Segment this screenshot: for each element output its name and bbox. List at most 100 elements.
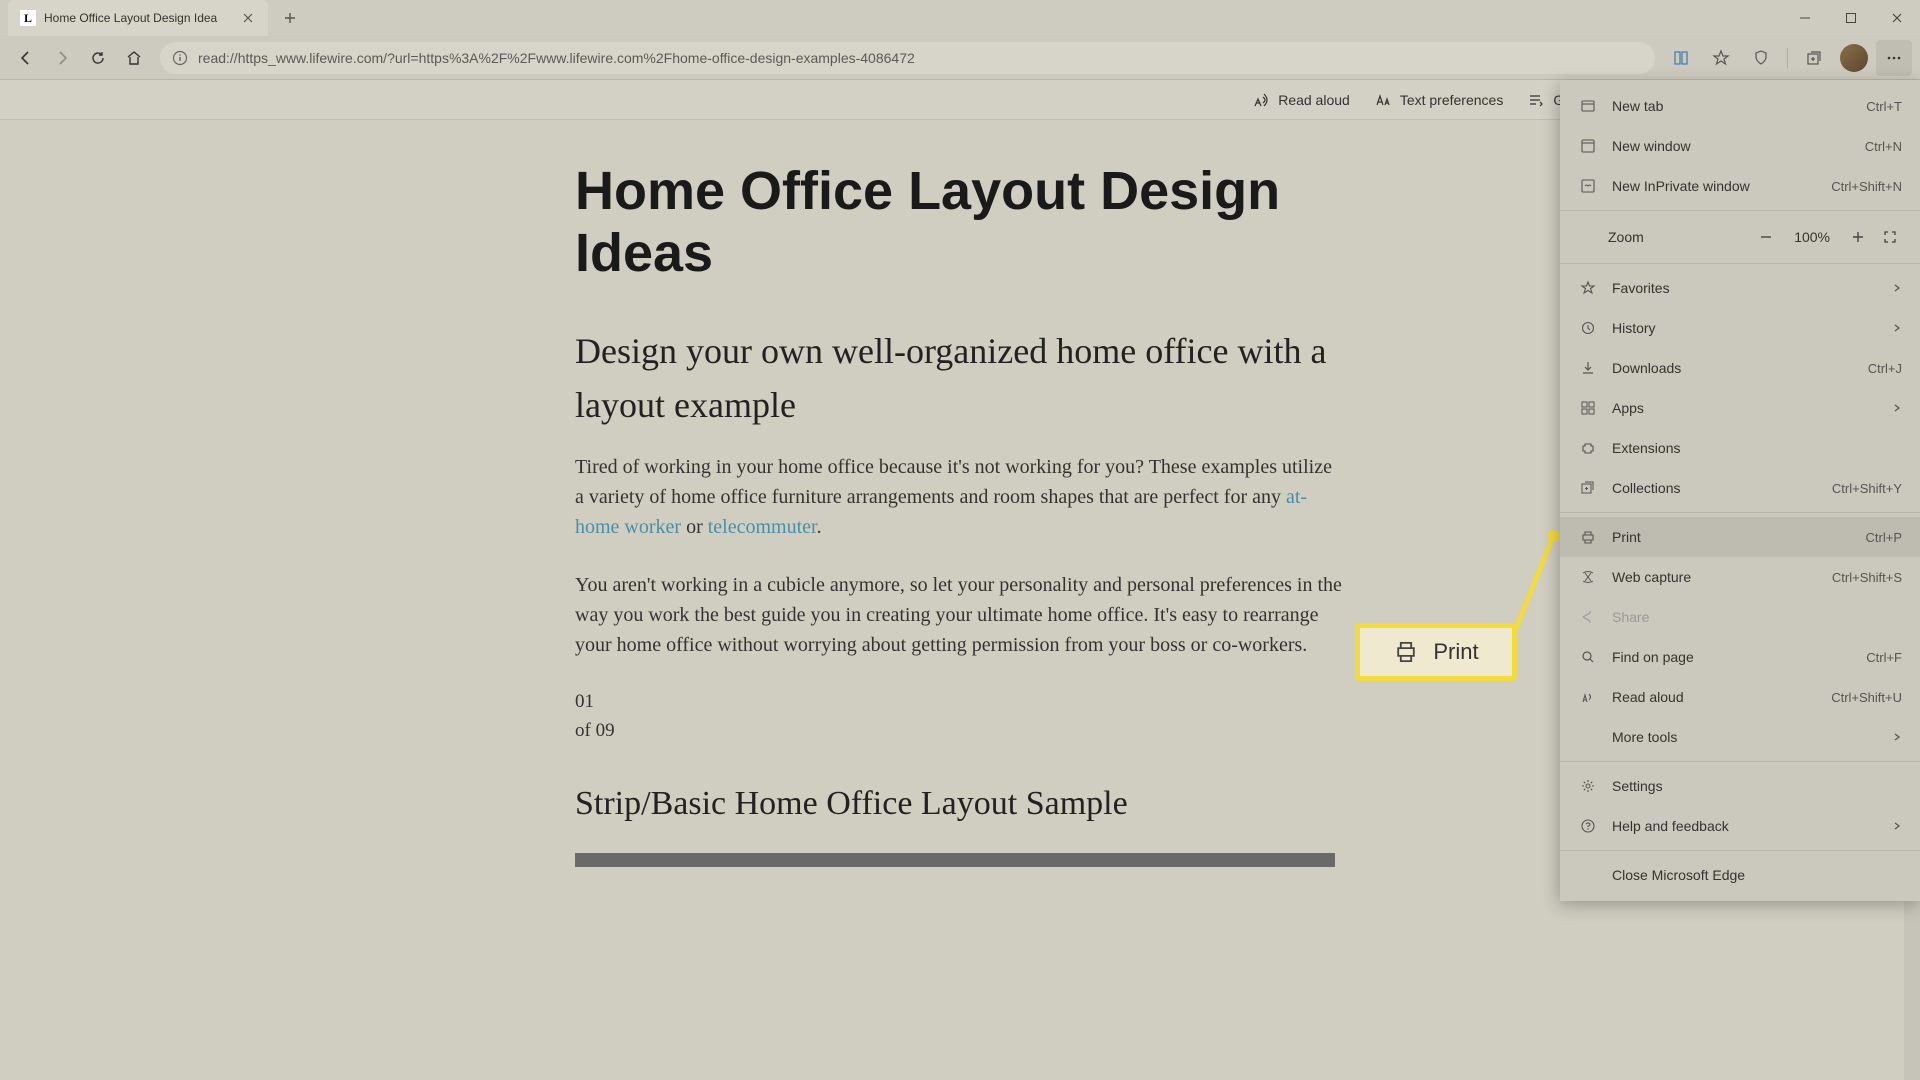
shield-icon <box>1752 49 1770 67</box>
menu-new-tab[interactable]: New tab Ctrl+T <box>1560 86 1920 126</box>
chevron-right-icon <box>1892 323 1902 333</box>
menu-collections[interactable]: Collections Ctrl+Shift+Y <box>1560 468 1920 508</box>
profile-button[interactable] <box>1836 40 1872 76</box>
menu-history[interactable]: History <box>1560 308 1920 348</box>
annotation-line <box>1512 535 1554 639</box>
close-icon <box>1891 12 1903 24</box>
menu-separator <box>1560 210 1920 211</box>
maximize-icon <box>1845 12 1857 24</box>
article-image-placeholder <box>575 853 1335 867</box>
gear-icon <box>1578 778 1598 794</box>
tab-title: Home Office Layout Design Idea <box>44 11 232 25</box>
section-heading: Strip/Basic Home Office Layout Sample <box>575 785 1345 823</box>
callout-label: Print <box>1433 639 1478 665</box>
grammar-icon <box>1527 91 1545 109</box>
collections-icon <box>1578 480 1598 496</box>
close-window-button[interactable] <box>1874 0 1920 36</box>
arrow-right-icon <box>53 49 71 67</box>
article-title: Home Office Layout Design Ideas <box>575 160 1345 284</box>
plus-icon <box>1851 230 1865 244</box>
page-counter-total: of 09 <box>575 717 1345 746</box>
menu-find-on-page[interactable]: Find on page Ctrl+F <box>1560 637 1920 677</box>
home-button[interactable] <box>116 40 152 76</box>
menu-extensions[interactable]: Extensions <box>1560 428 1920 468</box>
avatar <box>1840 44 1868 72</box>
back-button[interactable] <box>8 40 44 76</box>
home-icon <box>125 49 143 67</box>
site-info-icon[interactable] <box>172 50 188 66</box>
annotation-callout: Print <box>1355 623 1517 681</box>
settings-menu: New tab Ctrl+T New window Ctrl+N New InP… <box>1560 80 1920 901</box>
reader-mode-button[interactable] <box>1663 40 1699 76</box>
browser-toolbar: read://https_www.lifewire.com/?url=https… <box>0 36 1920 80</box>
menu-separator <box>1560 263 1920 264</box>
share-icon <box>1578 609 1598 625</box>
fullscreen-button[interactable] <box>1874 221 1906 253</box>
new-tab-icon <box>1578 98 1598 114</box>
apps-icon <box>1578 400 1598 416</box>
maximize-button[interactable] <box>1828 0 1874 36</box>
menu-more-tools[interactable]: More tools <box>1560 717 1920 757</box>
favorites-button[interactable] <box>1703 40 1739 76</box>
menu-share: Share <box>1560 597 1920 637</box>
chevron-right-icon <box>1892 821 1902 831</box>
collections-button[interactable] <box>1796 40 1832 76</box>
menu-web-capture[interactable]: Web capture Ctrl+Shift+S <box>1560 557 1920 597</box>
menu-new-window[interactable]: New window Ctrl+N <box>1560 126 1920 166</box>
read-aloud-icon <box>1252 91 1270 109</box>
menu-close-edge[interactable]: Close Microsoft Edge <box>1560 855 1920 895</box>
read-aloud-icon <box>1578 689 1598 705</box>
chevron-right-icon <box>1892 732 1902 742</box>
settings-menu-button[interactable] <box>1876 40 1912 76</box>
star-icon <box>1578 280 1598 296</box>
annotation-dot <box>1548 530 1560 542</box>
print-icon <box>1578 529 1598 545</box>
menu-downloads[interactable]: Downloads Ctrl+J <box>1560 348 1920 388</box>
minimize-icon <box>1799 12 1811 24</box>
minimize-button[interactable] <box>1782 0 1828 36</box>
book-icon <box>1672 49 1690 67</box>
text-preferences-icon <box>1374 91 1392 109</box>
star-icon <box>1712 49 1730 67</box>
new-tab-button[interactable] <box>276 4 304 32</box>
refresh-button[interactable] <box>80 40 116 76</box>
extensions-icon <box>1578 440 1598 456</box>
address-text: read://https_www.lifewire.com/?url=https… <box>198 50 915 66</box>
zoom-out-button[interactable] <box>1750 221 1782 253</box>
menu-favorites[interactable]: Favorites <box>1560 268 1920 308</box>
forward-button[interactable] <box>44 40 80 76</box>
menu-settings[interactable]: Settings <box>1560 766 1920 806</box>
help-icon <box>1578 818 1598 834</box>
tab-close-button[interactable] <box>240 10 256 26</box>
zoom-value: 100% <box>1794 229 1830 245</box>
download-icon <box>1578 360 1598 376</box>
article-subtitle: Design your own well-organized home offi… <box>575 324 1345 432</box>
chevron-right-icon <box>1892 403 1902 413</box>
zoom-label: Zoom <box>1608 229 1750 245</box>
titlebar: L Home Office Layout Design Idea <box>0 0 1920 36</box>
search-icon <box>1578 649 1598 665</box>
menu-read-aloud[interactable]: Read aloud Ctrl+Shift+U <box>1560 677 1920 717</box>
read-aloud-label: Read aloud <box>1278 92 1350 108</box>
read-aloud-button[interactable]: Read aloud <box>1252 91 1350 109</box>
close-icon <box>243 13 253 23</box>
text-preferences-button[interactable]: Text preferences <box>1374 91 1504 109</box>
menu-apps[interactable]: Apps <box>1560 388 1920 428</box>
menu-zoom-row: Zoom 100% <box>1560 215 1920 259</box>
plus-icon <box>284 12 296 24</box>
page-counter-current: 01 <box>575 688 1345 717</box>
link-telecommuter[interactable]: telecommuter <box>708 516 817 538</box>
tab-favicon: L <box>20 10 36 26</box>
menu-help[interactable]: Help and feedback <box>1560 806 1920 846</box>
more-icon <box>1885 49 1903 67</box>
print-icon <box>1393 639 1419 665</box>
text-preferences-label: Text preferences <box>1400 92 1504 108</box>
menu-new-inprivate[interactable]: New InPrivate window Ctrl+Shift+N <box>1560 166 1920 206</box>
menu-print[interactable]: Print Ctrl+P <box>1560 517 1920 557</box>
tracking-prevention-button[interactable] <box>1743 40 1779 76</box>
address-bar[interactable]: read://https_www.lifewire.com/?url=https… <box>160 42 1655 74</box>
menu-separator <box>1560 850 1920 851</box>
fullscreen-icon <box>1883 230 1897 244</box>
zoom-in-button[interactable] <box>1842 221 1874 253</box>
browser-tab[interactable]: L Home Office Layout Design Idea <box>8 0 268 36</box>
